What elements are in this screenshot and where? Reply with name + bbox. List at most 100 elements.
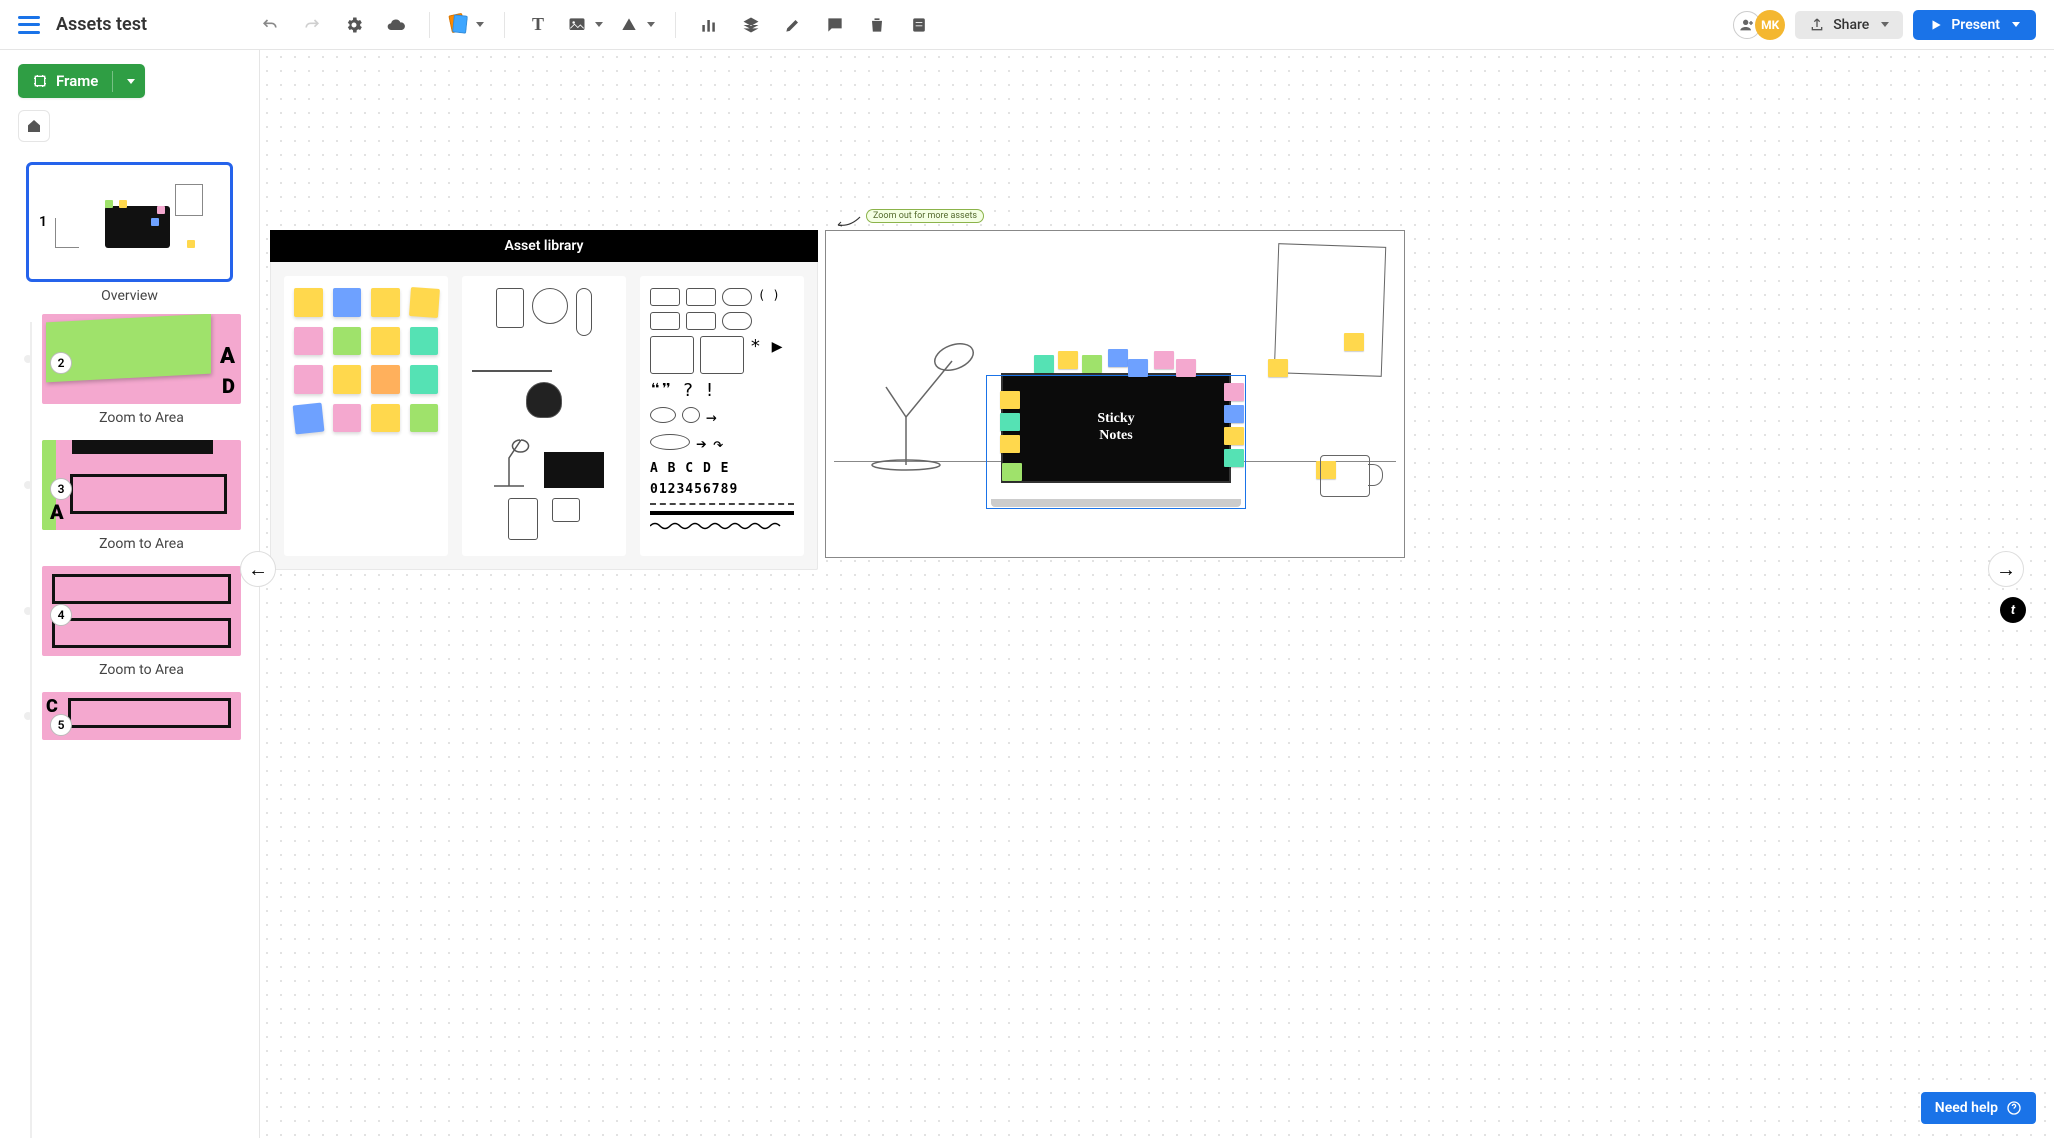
quotes-asset[interactable]: ❝❞ ? !	[650, 380, 715, 401]
pot-asset[interactable]	[526, 382, 562, 418]
canvas-sticky[interactable]	[1058, 351, 1078, 369]
canvas-sticky[interactable]	[1224, 405, 1244, 423]
comment-icon[interactable]	[822, 12, 848, 38]
sticky-asset[interactable]	[410, 404, 439, 433]
shape-tool[interactable]	[619, 15, 655, 35]
arrow-asset[interactable]: →	[706, 407, 717, 428]
canvas-sticky[interactable]	[1176, 359, 1196, 377]
asset-col-shapes[interactable]: ( ) * ▶ ❝❞ ? !	[640, 276, 804, 556]
next-frame-button[interactable]: →	[1988, 551, 2024, 587]
frame-dropdown[interactable]	[112, 71, 145, 92]
undo-icon[interactable]	[257, 12, 283, 38]
sticky-asset[interactable]	[294, 288, 323, 317]
sticky-asset[interactable]	[410, 365, 439, 394]
box-asset[interactable]	[650, 336, 694, 374]
asset-col-objects[interactable]	[462, 276, 626, 556]
highlighter-icon[interactable]	[780, 12, 806, 38]
laptop-asset[interactable]	[544, 452, 604, 488]
sticky-asset[interactable]	[333, 288, 362, 317]
image-tool[interactable]	[567, 15, 603, 35]
prev-frame-button[interactable]: ←	[240, 551, 276, 587]
alphabet-asset[interactable]: A B C D E	[650, 461, 794, 476]
speech-bubble-asset[interactable]	[722, 312, 752, 330]
dashed-line-asset[interactable]	[650, 503, 794, 505]
sticky-asset[interactable]	[294, 327, 323, 356]
symbols-asset[interactable]: * ▶	[750, 336, 783, 374]
sticky-asset[interactable]	[333, 365, 362, 394]
bottle-asset[interactable]	[576, 288, 592, 336]
canvas-sticky[interactable]	[1002, 463, 1022, 481]
ellipse-asset[interactable]	[682, 407, 700, 423]
arrow-curved-asset[interactable]: ↷	[713, 434, 724, 455]
box-asset[interactable]	[686, 288, 716, 306]
share-button[interactable]: Share	[1795, 11, 1903, 39]
settings-icon[interactable]	[341, 12, 367, 38]
box-asset[interactable]	[686, 312, 716, 330]
lamp-asset[interactable]	[484, 428, 534, 488]
thumbnail-item[interactable]: A D 2	[42, 314, 241, 404]
sticky-asset[interactable]	[371, 327, 400, 356]
asset-library-panel[interactable]: Asset library	[270, 230, 818, 570]
text-tool-icon[interactable]: T	[525, 12, 551, 38]
menu-icon[interactable]	[18, 16, 40, 34]
solid-line-asset[interactable]	[650, 511, 794, 515]
main-frame[interactable]: Zoom out for more assets StickyNotes	[825, 230, 1405, 558]
lamp-illustration[interactable]	[856, 331, 986, 471]
thumbnail-overview[interactable]: 1	[26, 162, 233, 282]
box-asset[interactable]	[700, 336, 744, 374]
sticky-asset[interactable]	[371, 365, 400, 394]
numbers-asset[interactable]: 0123456789	[650, 482, 794, 497]
ellipse-asset[interactable]	[650, 434, 690, 450]
canvas-sticky[interactable]	[1224, 427, 1244, 445]
asset-col-stickies[interactable]	[284, 276, 448, 556]
sticky-asset[interactable]	[293, 402, 324, 433]
canvas-sticky[interactable]	[1154, 351, 1174, 369]
canvas-sticky[interactable]	[1082, 355, 1102, 373]
avatar[interactable]: MK	[1755, 10, 1785, 40]
ellipse-asset[interactable]	[650, 407, 676, 423]
document-title[interactable]: Assets test	[56, 14, 147, 35]
sticky-asset[interactable]	[371, 404, 400, 433]
redo-icon[interactable]	[299, 12, 325, 38]
thumbnail-item[interactable]: C 5	[42, 692, 241, 740]
books-asset[interactable]	[472, 350, 552, 372]
paren-asset[interactable]: ( )	[758, 288, 780, 306]
thumbnail-item[interactable]: 4	[42, 566, 241, 656]
arrow-bold-asset[interactable]: ➔	[696, 434, 707, 455]
card-tool[interactable]	[450, 14, 484, 36]
sticky-on-board[interactable]	[1268, 359, 1288, 377]
sticky-asset[interactable]	[371, 288, 400, 317]
sticky-on-board[interactable]	[1344, 333, 1364, 351]
thumbnails-list[interactable]: 1 Overview A D 2	[0, 152, 259, 1138]
frame-button[interactable]: Frame	[18, 64, 145, 98]
note-icon[interactable]	[906, 12, 932, 38]
wavy-line-asset[interactable]	[650, 521, 794, 531]
canvas-sticky[interactable]	[1108, 349, 1128, 367]
sticky-asset[interactable]	[409, 287, 439, 317]
help-button[interactable]: Need help	[1921, 1092, 2036, 1124]
cloud-sync-icon[interactable]	[383, 12, 409, 38]
mug-asset[interactable]	[552, 498, 580, 522]
trash-icon[interactable]	[864, 12, 890, 38]
present-button[interactable]: Present	[1913, 10, 2036, 40]
sticky-asset[interactable]	[333, 404, 362, 433]
box-asset[interactable]	[650, 312, 680, 330]
sticky-asset[interactable]	[294, 365, 323, 394]
home-button[interactable]	[18, 110, 50, 142]
canvas-sticky[interactable]	[1224, 383, 1244, 401]
canvas-sticky[interactable]	[1000, 413, 1020, 431]
speech-bubble-asset[interactable]	[722, 288, 752, 306]
pinboard-illustration[interactable]	[1274, 243, 1386, 377]
pencil-cup-asset[interactable]	[496, 288, 524, 328]
mug-illustration[interactable]	[1320, 455, 1370, 497]
sticky-asset[interactable]	[333, 327, 362, 356]
canvas-sticky[interactable]	[1224, 449, 1244, 467]
canvas-sticky[interactable]	[1128, 359, 1148, 377]
layers-icon[interactable]	[738, 12, 764, 38]
canvas[interactable]: Asset library	[260, 50, 2054, 1138]
canvas-sticky[interactable]	[1000, 435, 1020, 453]
box-asset[interactable]	[650, 288, 680, 306]
chart-icon[interactable]	[696, 12, 722, 38]
plant-asset[interactable]	[532, 288, 568, 324]
selection-box[interactable]	[986, 375, 1246, 509]
